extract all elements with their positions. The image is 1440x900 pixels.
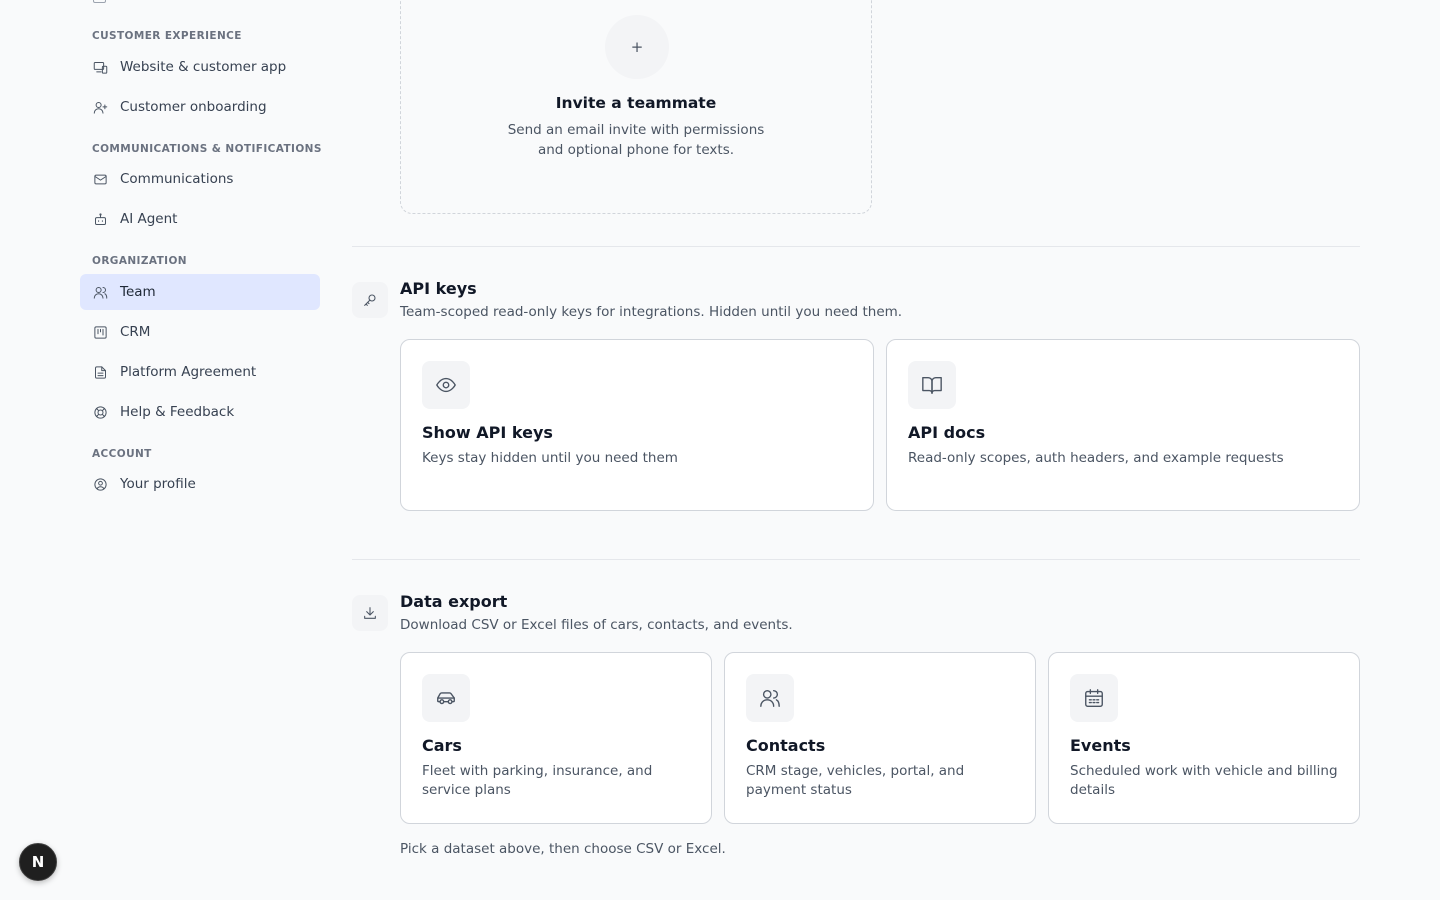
section-account: ACCOUNT	[92, 448, 152, 460]
section-organization: ORGANIZATION	[92, 255, 187, 267]
sidebar-item-label: CRM	[120, 324, 151, 340]
sidebar-item-icon-partial	[93, 0, 106, 3]
sidebar-item-customer-onboarding[interactable]: Customer onboarding	[80, 89, 320, 125]
api-keys-description: Team-scoped read-only keys for integrati…	[400, 304, 903, 320]
document-icon	[92, 364, 108, 380]
settings-sidebar: CUSTOMER EXPERIENCE Website & customer a…	[0, 0, 340, 900]
section-divider	[352, 559, 1360, 560]
export-hint: Pick a dataset above, then choose CSV or…	[400, 841, 726, 857]
card-title: Events	[1070, 736, 1131, 755]
bot-icon	[92, 211, 108, 227]
card-title: Contacts	[746, 736, 826, 755]
car-icon	[422, 674, 470, 722]
invite-title: Invite a teammate	[555, 94, 717, 112]
show-api-keys-card[interactable]: Show API keys Keys stay hidden until you…	[400, 339, 874, 511]
section-divider	[352, 246, 1360, 247]
key-icon	[352, 282, 388, 318]
sidebar-item-crm[interactable]: CRM	[80, 314, 320, 350]
sidebar-item-your-profile[interactable]: Your profile	[80, 466, 320, 502]
user-circle-icon	[92, 476, 108, 492]
invite-description: Send an email invite with permissions an…	[507, 122, 765, 158]
users-icon	[92, 284, 108, 300]
card-title: Cars	[422, 736, 462, 755]
devices-icon	[92, 59, 108, 75]
export-contacts-card[interactable]: Contacts CRM stage, vehicles, portal, an…	[724, 652, 1036, 824]
card-description: Keys stay hidden until you need them	[422, 450, 678, 466]
plus-icon: +	[605, 15, 669, 79]
mail-icon	[92, 171, 108, 187]
invite-teammate-card[interactable]: + Invite a teammate Send an email invite…	[400, 0, 872, 214]
card-description: Fleet with parking, insurance, and servi…	[422, 763, 653, 798]
sidebar-item-ai-agent[interactable]: AI Agent	[80, 201, 320, 237]
sidebar-item-team[interactable]: Team	[80, 274, 320, 310]
export-events-card[interactable]: Events Scheduled work with vehicle and b…	[1048, 652, 1360, 824]
card-title: Show API keys	[422, 423, 553, 442]
card-description: Read-only scopes, auth headers, and exam…	[908, 450, 1284, 466]
eye-icon	[422, 361, 470, 409]
sidebar-item-label: Customer onboarding	[120, 99, 267, 115]
export-cars-card[interactable]: Cars Fleet with parking, insurance, and …	[400, 652, 712, 824]
section-customer-experience: CUSTOMER EXPERIENCE	[92, 30, 242, 42]
dev-tools-badge[interactable]: N	[19, 843, 57, 881]
sidebar-item-label: Team	[120, 284, 156, 300]
download-icon	[352, 595, 388, 631]
sidebar-item-help-feedback[interactable]: Help & Feedback	[80, 394, 320, 430]
card-description: Scheduled work with vehicle and billing …	[1070, 763, 1338, 798]
card-description: CRM stage, vehicles, portal, and payment…	[746, 763, 965, 798]
calendar-icon	[1070, 674, 1118, 722]
kanban-icon	[92, 324, 108, 340]
api-docs-card[interactable]: API docs Read-only scopes, auth headers,…	[886, 339, 1360, 511]
users-icon	[746, 674, 794, 722]
sidebar-item-website-customer-app[interactable]: Website & customer app	[80, 49, 320, 85]
sidebar-item-label: AI Agent	[120, 211, 178, 227]
data-export-description: Download CSV or Excel files of cars, con…	[400, 617, 793, 633]
api-keys-title: API keys	[400, 279, 477, 298]
sidebar-item-label: Platform Agreement	[120, 364, 257, 380]
sidebar-item-label: Help & Feedback	[120, 404, 235, 420]
card-title: API docs	[908, 423, 986, 442]
sidebar-item-communications[interactable]: Communications	[80, 161, 320, 197]
team-settings-content: + Invite a teammate Send an email invite…	[352, 0, 1360, 900]
sidebar-item-label: Your profile	[120, 476, 196, 492]
section-communications: COMMUNICATIONS & NOTIFICATIONS	[92, 143, 322, 155]
data-export-title: Data export	[400, 592, 508, 611]
lifebuoy-icon	[92, 404, 108, 420]
sidebar-item-label: Website & customer app	[120, 59, 287, 75]
sidebar-item-label: Communications	[120, 171, 234, 187]
sidebar-item-platform-agreement[interactable]: Platform Agreement	[80, 354, 320, 390]
user-plus-icon	[92, 99, 108, 115]
book-icon	[908, 361, 956, 409]
